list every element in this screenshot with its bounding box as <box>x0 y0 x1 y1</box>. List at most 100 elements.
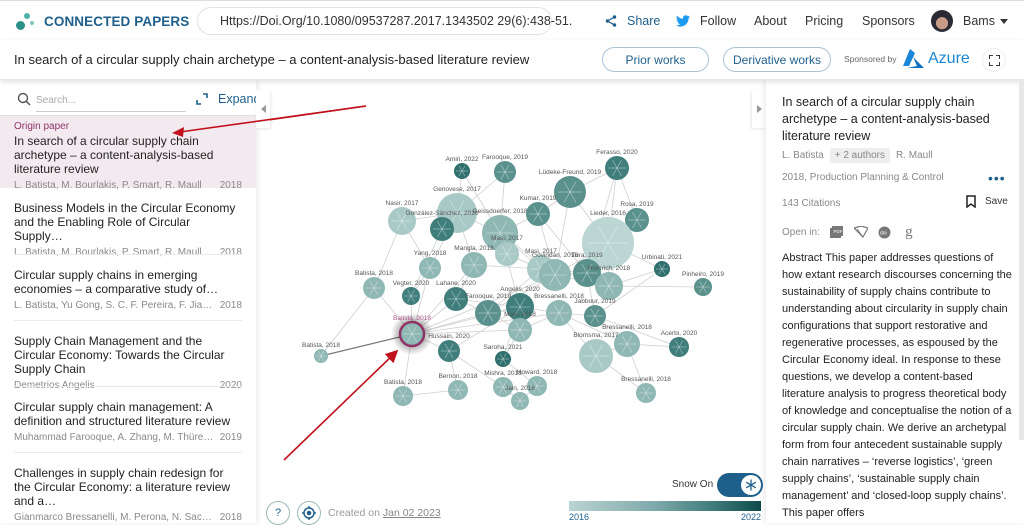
paper-node[interactable]: Pinheiro, 2019 <box>682 271 724 296</box>
origin-paper-item[interactable]: Origin paper In search of a circular sup… <box>0 115 256 191</box>
paper-node[interactable]: Lüdeke-Freund, 2019 <box>539 169 602 208</box>
year-color-legend <box>569 501 761 511</box>
list-item[interactable]: Circular supply chain management: A defi… <box>14 386 242 452</box>
paper-title: Supply Chain Management and the Circular… <box>14 334 225 376</box>
paper-authors: Gianmarco Bressanelli, M. Perona, N. Sac… <box>14 512 214 523</box>
derivative-works-button[interactable]: Derivative works <box>723 47 831 72</box>
node-label: Jain, 2018 <box>505 385 535 392</box>
share-icon <box>605 15 617 27</box>
paper-node[interactable]: Nasir, 2017 <box>386 200 419 235</box>
pricing-link[interactable]: Pricing <box>805 1 843 41</box>
recenter-button[interactable] <box>297 501 321 525</box>
paper-node[interactable]: Amiri, 2022 <box>446 156 479 179</box>
google-scholar-icon[interactable]: g <box>902 224 916 240</box>
paper-graph[interactable]: Amiri, 2022 Farooque, 2019Ferasso, 2020Lü… <box>256 80 766 523</box>
azure-icon <box>903 49 924 68</box>
list-item[interactable]: Challenges in supply chain redesign for … <box>14 452 242 523</box>
node-label: Saroha, 2021 <box>483 344 522 351</box>
paper-node[interactable]: Mangla, 2018 <box>454 245 494 278</box>
paper-node[interactable]: Masi, 2018 <box>504 311 536 342</box>
prior-works-button[interactable]: Prior works <box>602 47 709 72</box>
doi-icon[interactable]: doi <box>878 225 892 239</box>
search-value: Https://Doi.Org/10.1080/09537287.2017.13… <box>220 14 573 28</box>
list-item[interactable]: Supply Chain Management and the Circular… <box>14 320 242 391</box>
details-scrollbar[interactable] <box>1019 80 1024 440</box>
paper-year: 2019 <box>219 432 242 443</box>
list-item[interactable]: Circular supply chains in emerging econo… <box>14 254 242 320</box>
chevron-right-icon <box>756 105 762 113</box>
graph-edge <box>608 285 704 288</box>
legend-max-year: 2022 <box>741 512 762 522</box>
node-label: Rosa, 2019 <box>620 201 654 208</box>
origin-paper-label: Origin paper <box>14 121 70 132</box>
user-name: Bams <box>963 14 995 28</box>
node-label: Amiri, 2022 <box>446 156 479 163</box>
collapse-left-panel-button[interactable] <box>256 90 270 128</box>
annotation-arrow <box>283 349 399 461</box>
snow-toggle[interactable] <box>717 473 763 497</box>
node-label: Masi, 2017 <box>491 235 523 242</box>
node-label: Genovese, 2017 <box>433 186 481 193</box>
list-search: Expand <box>14 90 256 114</box>
created-date-link[interactable]: Jan 02 2023 <box>383 507 441 519</box>
expand-button[interactable]: Expand <box>196 92 256 106</box>
node-label: Bressanelli, 2018 <box>621 376 671 383</box>
node-label: Tura, 2019 <box>571 252 603 259</box>
paper-node[interactable]: Jain, 2018 <box>505 385 535 410</box>
more-options-button[interactable]: ••• <box>988 170 1006 186</box>
paper-node[interactable]: Bressanelli, 2018 <box>621 376 671 403</box>
svg-text:doi: doi <box>880 230 887 236</box>
sponsors-link[interactable]: Sponsors <box>862 1 915 41</box>
follow-button[interactable]: Follow <box>676 1 736 41</box>
node-label: Angelis, 2020 <box>500 286 540 293</box>
paper-node[interactable]: Masi, 2017 <box>491 235 523 266</box>
graph-canvas[interactable]: Amiri, 2022 Farooque, 2019 Ferasso, 2020 Lü… <box>256 80 766 523</box>
paper-node[interactable]: Saroha, 2021 <box>483 344 523 367</box>
first-author[interactable]: L. Batista <box>782 150 824 161</box>
paper-list-panel: Expand Origin paper In search of a circu… <box>0 80 256 523</box>
last-author[interactable]: R. Maull <box>896 150 933 161</box>
more-authors-button[interactable]: + 2 authors <box>829 148 891 163</box>
user-menu[interactable]: Bams <box>931 1 1008 41</box>
paper-search-input[interactable]: Https://Doi.Org/10.1080/09537287.2017.13… <box>197 7 572 35</box>
paper-node[interactable]: Yang, 2018 <box>414 250 447 279</box>
fullscreen-button[interactable] <box>982 48 1006 72</box>
paper-node[interactable]: Batista, 2018 <box>355 270 393 299</box>
paper-year: 2018 <box>219 300 242 311</box>
paper-node[interactable]: Blomsma, 2017 <box>573 332 619 373</box>
snow-toggle-knob <box>741 475 761 495</box>
node-label: Vegter, 2020 <box>393 280 430 287</box>
node-label: González-Sánchez, 2020 <box>406 210 479 217</box>
legend-min-year: 2016 <box>569 512 590 522</box>
node-label: Masi, 2018 <box>504 311 536 318</box>
about-link[interactable]: About <box>754 1 787 41</box>
paper-header-bar: In search of a circular supply chain arc… <box>0 40 1024 80</box>
pdf-icon[interactable]: PDF <box>830 225 844 239</box>
collapse-right-panel-button[interactable] <box>752 90 766 128</box>
help-button[interactable]: ? <box>266 501 290 525</box>
save-button[interactable]: Save <box>966 195 1008 208</box>
target-icon <box>302 506 316 520</box>
paper-node[interactable]: Vegter, 2020 <box>393 280 430 305</box>
list-search-input[interactable] <box>36 90 186 112</box>
semantic-scholar-icon[interactable] <box>853 225 868 239</box>
azure-sponsor-logo[interactable]: Azure <box>900 49 970 69</box>
open-in-label: Open in: <box>782 226 820 238</box>
share-button[interactable]: Share <box>605 1 660 41</box>
graph-nodes: Amiri, 2022 Farooque, 2019Ferasso, 2020Lü… <box>302 149 724 410</box>
origin-paper-node[interactable]: Batista, 2018 <box>391 313 433 355</box>
node-label: Batista, 2018 <box>393 315 431 322</box>
question-icon: ? <box>274 507 282 519</box>
paper-node[interactable]: Hussain, 2020 <box>428 333 470 362</box>
paper-node[interactable]: Batista, 2018 <box>384 379 422 406</box>
logo[interactable]: CONNECTED PAPERS <box>14 9 189 33</box>
node-label: Bressanelli, 2018 <box>602 324 652 331</box>
paper-node[interactable]: Bernon, 2018 <box>438 373 478 400</box>
paper-node[interactable]: Farooque, 2019 <box>482 154 528 183</box>
node-label: Homrich, 2018 <box>588 265 631 272</box>
citation-count: 143 Citations <box>782 198 841 209</box>
node-label: Batista, 2018 <box>302 342 340 349</box>
paper-node[interactable]: Acerbi, 2020 <box>661 330 698 357</box>
paper-authors: Muhammad Farooque, A. Zhang, M. Thürer, … <box>14 432 214 443</box>
list-item[interactable]: Business Models in the Circular Economy … <box>14 188 242 258</box>
